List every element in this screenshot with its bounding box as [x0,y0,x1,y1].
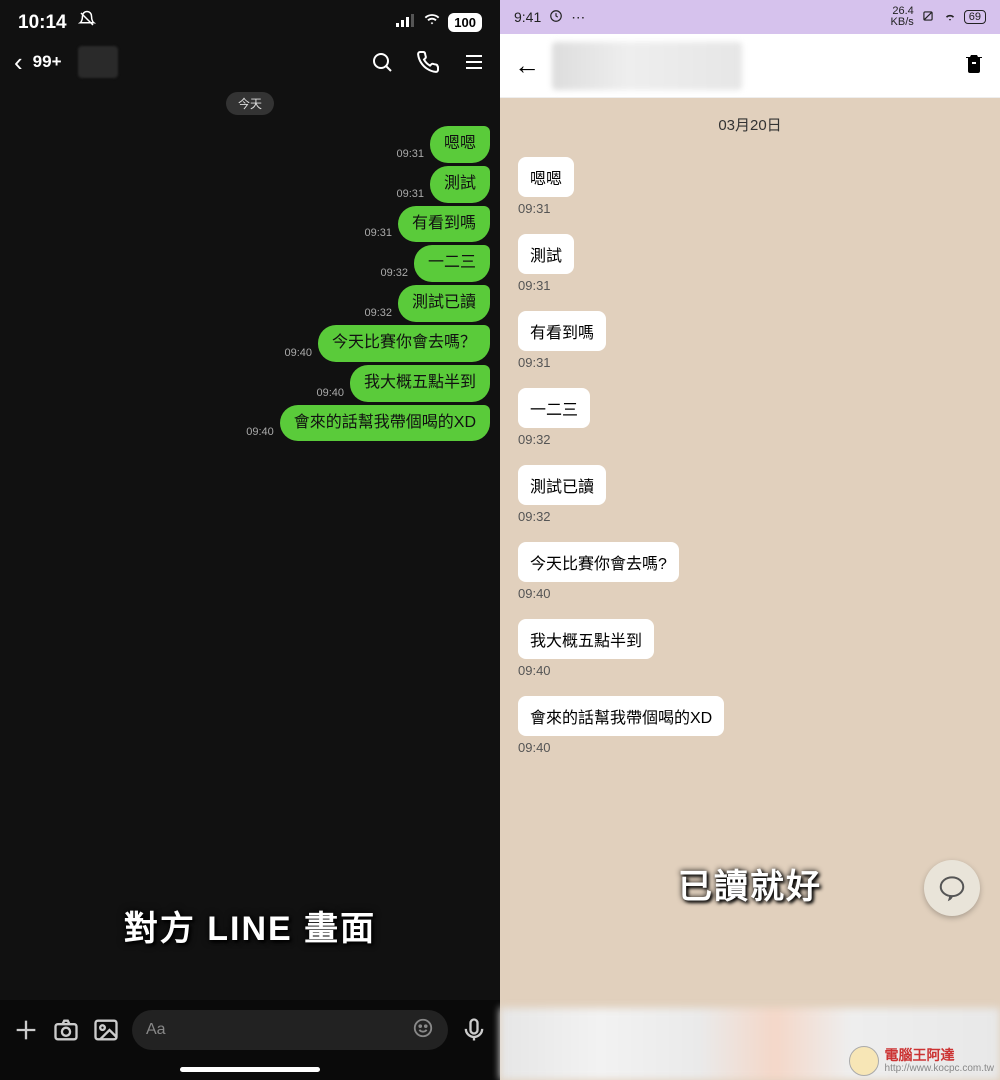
delete-icon[interactable] [962,51,986,80]
message-time: 09:31 [396,188,424,200]
message-text: 一二三 [518,388,590,428]
list-item[interactable]: 有看到嗎 09:31 [518,311,982,370]
message-time: 09:32 [518,509,982,524]
app-header: ← [500,34,1000,98]
message-text: 測試 [518,234,574,274]
message-time: 09:32 [364,307,392,319]
photo-icon[interactable] [92,1016,120,1044]
battery-pill: 100 [448,13,482,32]
message-time: 09:31 [518,201,982,216]
bell-off-icon [78,12,96,33]
contact-avatar[interactable] [78,46,118,78]
battery-indicator: 69 [964,10,986,24]
sent-message: 09:32 一二三 [10,245,490,282]
ios-status-bar: 10:14 100 [0,0,500,38]
sent-message: 09:31 測試 [10,166,490,203]
emoji-icon[interactable] [412,1017,434,1044]
message-bubble[interactable]: 有看到嗎 [398,206,490,243]
contact-title [552,42,742,90]
message-time: 09:40 [316,387,344,399]
message-bubble[interactable]: 會來的話幫我帶個喝的XD [280,405,490,442]
status-time: 10:14 [18,10,96,34]
mic-icon[interactable] [460,1016,488,1044]
sent-message: 09:40 會來的話幫我帶個喝的XD [10,405,490,442]
status-right-icons: 100 [396,11,482,33]
message-text: 測試已讀 [518,465,606,505]
call-icon[interactable] [416,50,440,74]
message-bubble[interactable]: 我大概五點半到 [350,365,490,402]
sent-message: 09:32 測試已讀 [10,285,490,322]
android-status-bar: 9:41 ⋯ 26.4 KB/s 69 [500,0,1000,34]
sent-message: 09:40 我大概五點半到 [10,365,490,402]
message-time: 09:32 [518,432,982,447]
message-time: 09:31 [518,278,982,293]
list-item[interactable]: 測試已讀 09:32 [518,465,982,524]
message-time: 09:40 [518,740,982,755]
list-item[interactable]: 測試 09:31 [518,234,982,293]
message-bubble[interactable]: 測試 [430,166,490,203]
status-time: 9:41 [514,9,541,25]
input-placeholder: Aa [146,1021,166,1039]
ios-line-screen: 10:14 100 ‹ 99+ [0,0,500,1080]
date-label: 03月20日 [518,114,982,135]
caption-right: 已讀就好 [500,859,1000,908]
message-time: 09:40 [246,426,274,438]
message-time: 09:40 [518,586,982,601]
message-time: 09:31 [396,148,424,160]
plus-icon[interactable] [12,1016,40,1044]
message-bubble[interactable]: 一二三 [414,245,490,282]
no-sim-icon [920,9,936,26]
home-indicator [180,1067,320,1072]
menu-icon[interactable] [462,50,486,74]
watermark-line2: http://www.kocpc.com.tw [885,1063,994,1074]
date-chip: 今天 [226,92,274,115]
message-input[interactable]: Aa [132,1010,448,1050]
wifi-icon [422,11,442,33]
message-time: 09:32 [380,267,408,279]
chat-scroll[interactable]: 今天 09:31 嗯嗯 09:31 測試 09:31 有看到嗎 09:32 一二三 09:32 測… [0,88,500,1000]
back-button[interactable]: ‹ [14,47,23,78]
message-time: 09:40 [518,663,982,678]
message-text: 我大概五點半到 [518,619,654,659]
more-icon: ⋯ [571,9,585,26]
caption-left: 對方 LINE 畫面 [0,901,500,950]
android-readapp-screen: 9:41 ⋯ 26.4 KB/s 69 ← 03月20日 嗯嗯 09:31 [500,0,1000,1080]
search-icon[interactable] [370,50,394,74]
list-item[interactable]: 一二三 09:32 [518,388,982,447]
back-button[interactable]: ← [514,50,540,81]
clock-icon [549,9,563,26]
line-chat-header: ‹ 99+ [0,38,500,88]
message-text: 會來的話幫我帶個喝的XD [518,696,724,736]
net-speed: 26.4 KB/s [891,6,914,28]
message-time: 09:31 [364,227,392,239]
message-bubble[interactable]: 嗯嗯 [430,126,490,163]
list-item[interactable]: 嗯嗯 09:31 [518,157,982,216]
message-time: 09:31 [518,355,982,370]
message-bubble[interactable]: 測試已讀 [398,285,490,322]
sent-message: 09:31 嗯嗯 [10,126,490,163]
cellular-icon [396,11,416,33]
watermark-line1: 電腦王阿達 [885,1048,994,1063]
message-text: 今天比賽你會去嗎? [518,542,679,582]
unread-badge: 99+ [33,52,62,72]
camera-icon[interactable] [52,1016,80,1044]
sent-message: 09:31 有看到嗎 [10,206,490,243]
list-item[interactable]: 我大概五點半到 09:40 [518,619,982,678]
watermark: 電腦王阿達 http://www.kocpc.com.tw [849,1046,994,1076]
list-item[interactable]: 會來的話幫我帶個喝的XD 09:40 [518,696,982,755]
message-bubble[interactable]: 今天比賽你會去嗎？ [318,325,490,362]
wifi-icon [942,9,958,26]
list-item[interactable]: 今天比賽你會去嗎? 09:40 [518,542,982,601]
watermark-avatar-icon [849,1046,879,1076]
sent-message: 09:40 今天比賽你會去嗎？ [10,325,490,362]
message-text: 有看到嗎 [518,311,606,351]
message-text: 嗯嗯 [518,157,574,197]
message-time: 09:40 [284,347,312,359]
